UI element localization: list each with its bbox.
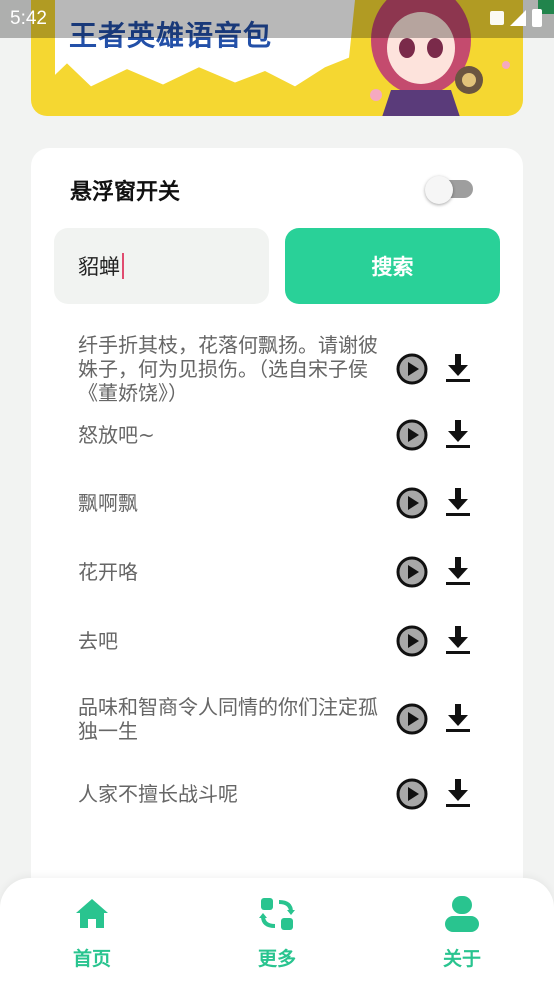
status-bar: 5:42 [0,0,554,38]
signal-icon [510,10,526,26]
floating-window-row: 悬浮窗开关 [70,174,475,205]
download-icon[interactable] [445,419,471,449]
voice-line-text: 人家不擅长战斗呢 [78,782,238,806]
download-icon[interactable] [445,625,471,655]
play-icon[interactable] [396,487,428,519]
play-icon[interactable] [396,778,428,810]
download-icon[interactable] [445,703,471,733]
download-icon[interactable] [445,487,471,517]
play-icon[interactable] [396,556,428,588]
nav-more[interactable]: 更多 [237,894,317,971]
play-icon[interactable] [396,419,428,451]
search-input-value: 貂蝉 [78,255,120,279]
play-icon[interactable] [396,703,428,735]
floating-window-toggle[interactable] [425,176,475,204]
play-icon[interactable] [396,353,428,385]
refresh-grid-icon [259,898,295,930]
status-icons [490,9,542,27]
search-button[interactable]: 搜索 [285,228,500,304]
download-icon[interactable] [445,353,471,383]
voice-line-text: 花开咯 [78,560,138,584]
voice-line-text: 纤手折其枝，花落何飘扬。请谢彼姝子，何为见损伤。（选自宋子侯《董娇饶》） [78,333,378,405]
toggle-thumb [425,176,453,204]
nav-home-label: 首页 [72,948,111,970]
voice-line-text: 怒放吧~ [78,423,155,447]
nav-home[interactable]: 首页 [52,894,132,971]
voice-line-text: 去吧 [78,629,118,653]
battery-icon [532,9,542,27]
main-card: 悬浮窗开关 貂蝉 搜索 纤手折其枝，花落何飘扬。请谢彼姝子，何为见损伤。（选自宋… [31,148,523,908]
download-icon[interactable] [445,556,471,586]
notification-icon [490,11,504,25]
voice-line-text: 飘啊飘 [78,491,138,515]
nav-about-label: 关于 [442,948,481,970]
nav-about[interactable]: 关于 [422,894,502,971]
bottom-nav: 首页 更多 关于 [0,878,554,984]
floating-window-label: 悬浮窗开关 [70,180,181,205]
user-icon [445,896,479,932]
home-icon [76,899,108,928]
search-input[interactable]: 貂蝉 [54,228,269,304]
voice-line-text: 品味和智商令人同情的你们注定孤独一生 [78,695,378,743]
play-icon[interactable] [396,625,428,657]
download-icon[interactable] [445,778,471,808]
status-time: 5:42 [10,8,47,29]
nav-more-label: 更多 [257,948,296,970]
text-caret [122,253,124,279]
